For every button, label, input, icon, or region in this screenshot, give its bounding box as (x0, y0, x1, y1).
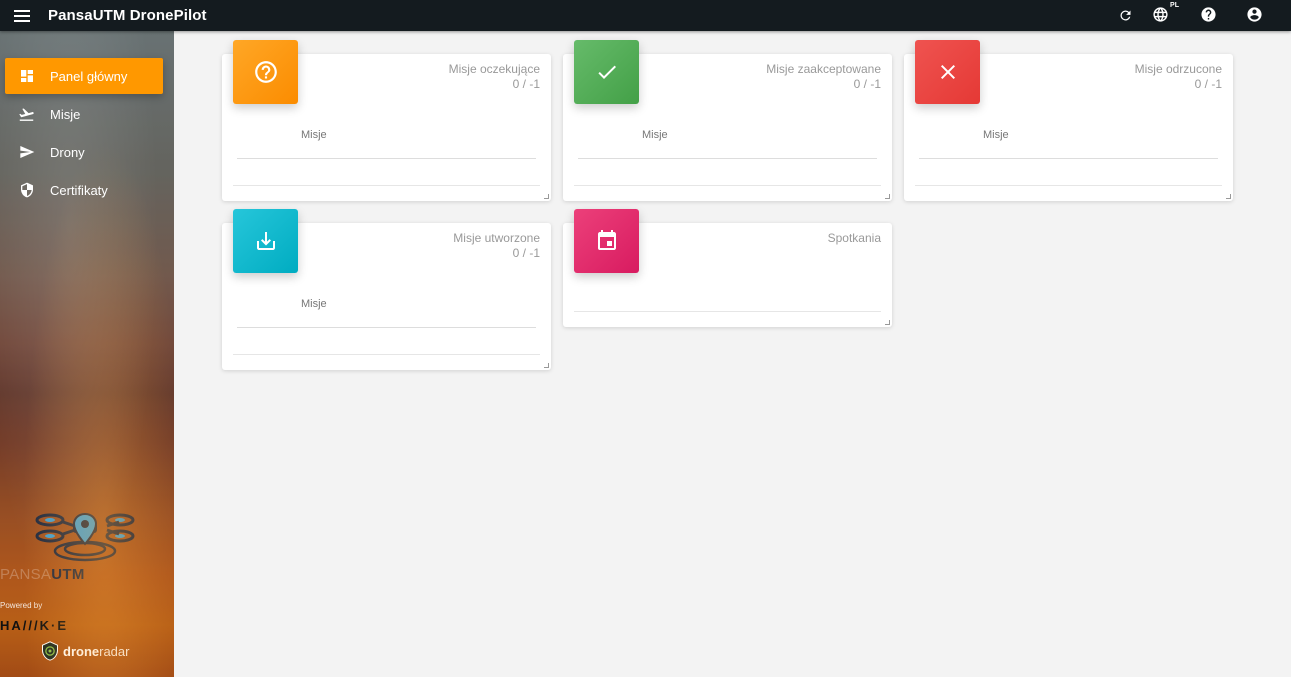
sidebar-item-dashboard[interactable]: Panel główny (5, 58, 163, 94)
sidebar-item-certificates[interactable]: Certifikaty (5, 172, 163, 208)
card-title: Misje oczekujące (448, 62, 540, 76)
droneradar-logo: drone radar (40, 640, 129, 662)
download-icon (256, 232, 275, 250)
card-chart-label: Misje (983, 129, 1009, 141)
resize-handle[interactable] (1226, 194, 1231, 199)
card-footer-divider (233, 354, 540, 355)
card-value: 0 / -1 (512, 77, 540, 91)
language-code: PL (1170, 2, 1179, 9)
card-icon-badge[interactable] (233, 209, 298, 273)
menu-icon[interactable] (14, 9, 30, 22)
card-footer-divider (233, 185, 540, 186)
card-icon-badge[interactable] (915, 40, 980, 104)
card-pending-missions: Misje oczekujące 0 / -1 Misje (222, 40, 551, 201)
powered-by-text: Powered by (0, 601, 43, 610)
card-chart-label: Misje (301, 129, 327, 141)
sidebar-item-missions[interactable]: Misje (5, 96, 163, 132)
pansa-utm-wordmark: PANSAUTM (0, 566, 174, 583)
card-icon-badge[interactable] (233, 40, 298, 104)
card-title: Misje zaakceptowane (766, 62, 881, 76)
card-divider (237, 327, 536, 328)
sidebar-item-label: Misje (50, 106, 81, 122)
flight-takeoff-icon (18, 106, 35, 123)
card-created-missions: Misje utworzone 0 / -1 Misje (222, 209, 551, 370)
resize-handle[interactable] (885, 320, 890, 325)
sidebar-item-drones[interactable]: Drony (5, 134, 163, 170)
refresh-icon[interactable] (1115, 5, 1135, 25)
sidebar-nav: Panel główny Misje Drony Certifikaty (0, 31, 174, 208)
card-title: Spotkania (827, 231, 881, 245)
shield-icon (18, 182, 35, 199)
card-meetings: Spotkania (563, 209, 892, 327)
card-value: 0 / -1 (512, 246, 540, 260)
card-value: 0 / -1 (853, 77, 881, 91)
card-chart-label: Misje (642, 129, 668, 141)
check-icon (597, 65, 616, 79)
sidebar-item-label: Drony (50, 144, 85, 160)
top-app-bar: PansaUTM DronePilot PL (0, 0, 1291, 31)
utm-wordmark-bold: UTM (51, 566, 85, 583)
sidebar-item-label: Panel główny (50, 68, 128, 84)
resize-handle[interactable] (544, 363, 549, 368)
card-title: Misje utworzone (453, 231, 540, 245)
card-icon-badge[interactable] (574, 209, 639, 273)
sidebar: Panel główny Misje Drony Certifikaty PAN… (0, 31, 174, 677)
card-footer-divider (915, 185, 1222, 186)
card-footer-divider (574, 311, 881, 312)
sidebar-item-label: Certifikaty (50, 182, 108, 198)
calendar-icon (597, 230, 616, 250)
account-icon[interactable] (1244, 4, 1264, 24)
card-divider (237, 158, 536, 159)
pansa-utm-logo (35, 512, 135, 562)
send-icon (18, 144, 35, 161)
hawke-logo: HA///K·E (0, 618, 68, 633)
droneradar-text-light: radar (99, 643, 130, 659)
pansa-wordmark-light: PANSA (0, 566, 52, 583)
language-icon[interactable]: PL (1150, 2, 1179, 24)
droneradar-shield-icon (42, 641, 58, 661)
help-icon[interactable] (1198, 4, 1218, 24)
card-footer-divider (574, 185, 881, 186)
card-chart-label: Misje (301, 298, 327, 310)
card-rejected-missions: Misje odrzucone 0 / -1 Misje (904, 40, 1233, 201)
droneradar-text-bold: drone (63, 643, 100, 659)
close-icon (940, 65, 955, 79)
card-value: 0 / -1 (1194, 77, 1222, 91)
resize-handle[interactable] (544, 194, 549, 199)
card-accepted-missions: Misje zaakceptowane 0 / -1 Misje (563, 40, 892, 201)
dashboard-icon (18, 68, 35, 85)
app-title: PansaUTM DronePilot (48, 7, 207, 24)
help-circle-icon (254, 61, 277, 83)
card-icon-badge[interactable] (574, 40, 639, 104)
resize-handle[interactable] (885, 194, 890, 199)
card-divider (578, 158, 877, 159)
card-divider (919, 158, 1218, 159)
card-title: Misje odrzucone (1134, 62, 1222, 76)
